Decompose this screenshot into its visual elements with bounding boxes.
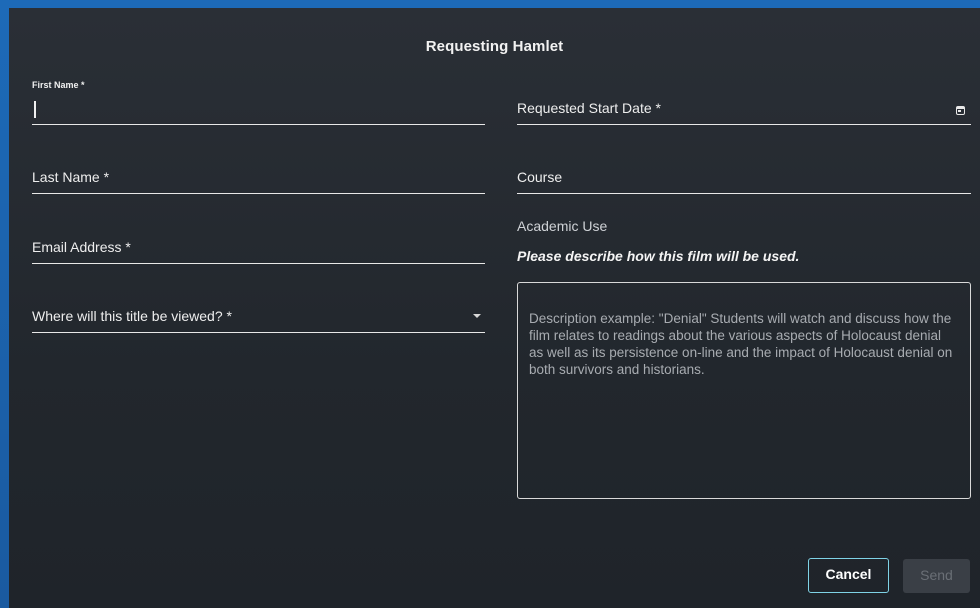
calendar-icon[interactable] [956,106,965,115]
send-button[interactable]: Send [903,559,970,593]
academic-use-label: Academic Use [517,218,608,234]
first-name-field[interactable]: First Name * [32,80,485,125]
course-field[interactable]: Course [517,163,971,194]
start-date-label: Requested Start Date * [517,100,661,116]
course-label: Course [517,169,563,185]
academic-use-placeholder: Description example: "Denial" Students w… [529,311,953,377]
text-cursor [34,101,36,118]
first-name-label: First Name * [32,80,85,90]
request-dialog: Requesting Hamlet First Name * Requested… [9,8,980,608]
cancel-button[interactable]: Cancel [808,558,889,593]
academic-use-prompt: Please describe how this film will be us… [517,248,800,264]
academic-use-textarea[interactable]: Description example: "Denial" Students w… [517,282,971,499]
start-date-field[interactable]: Requested Start Date * [517,94,971,125]
email-label: Email Address * [32,239,131,255]
last-name-label: Last Name * [32,169,110,185]
last-name-field[interactable]: Last Name * [32,163,485,194]
viewing-location-select[interactable]: Where will this title be viewed? * [32,301,485,333]
viewing-location-label: Where will this title be viewed? * [32,308,232,324]
dialog-title: Requesting Hamlet [425,38,564,55]
chevron-down-icon [473,314,481,318]
email-field[interactable]: Email Address * [32,232,485,264]
